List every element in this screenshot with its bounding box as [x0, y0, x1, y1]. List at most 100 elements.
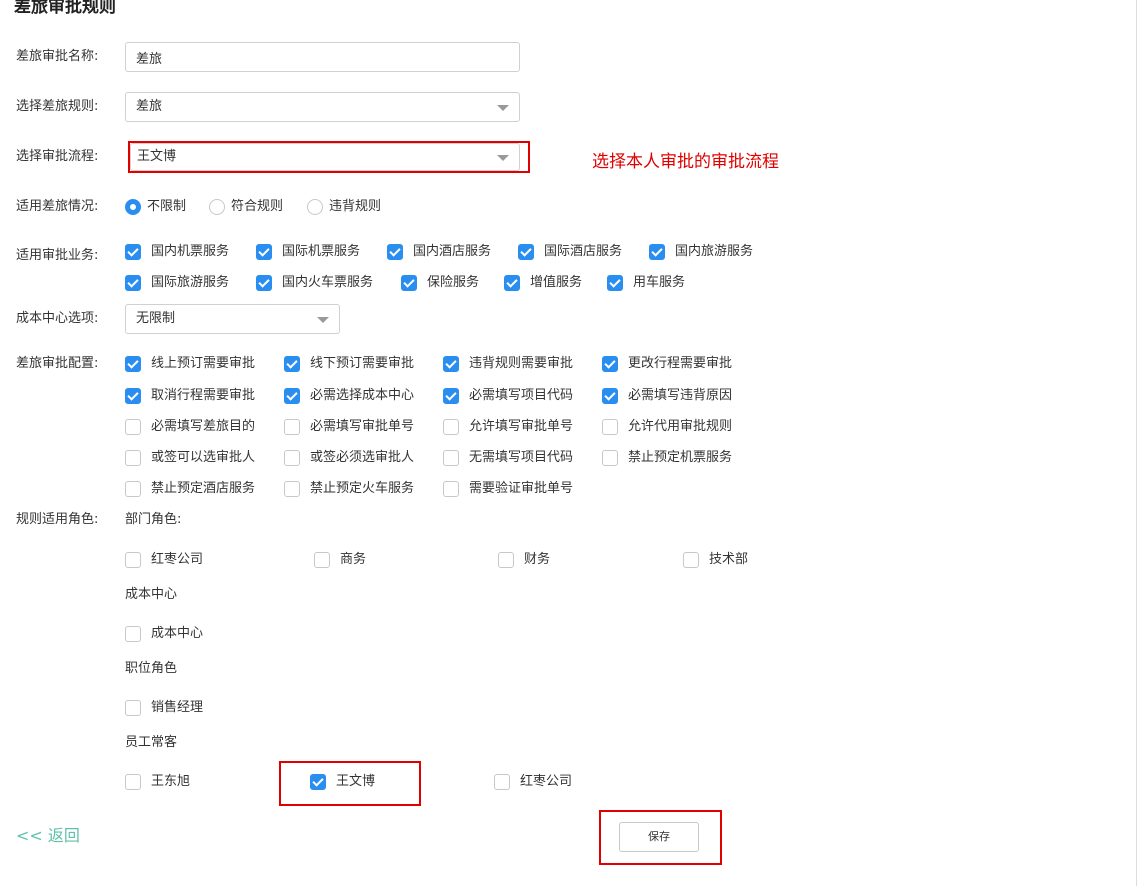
- cost-center-select-value: 无限制: [136, 311, 176, 326]
- dept-roles-title: 部门角色:: [125, 512, 182, 527]
- config-checkbox[interactable]: 需要验证审批单号: [443, 480, 573, 498]
- checkbox-icon: [125, 552, 141, 568]
- dept-role-checkbox[interactable]: 技术部: [683, 551, 748, 569]
- checkbox-label: 需要验证审批单号: [469, 481, 574, 496]
- checkbox-label: 销售经理: [151, 700, 204, 715]
- checkbox-label: 商务: [340, 552, 367, 567]
- flow-select[interactable]: 王文博: [130, 143, 520, 171]
- business-label: 适用审批业务:: [16, 248, 99, 263]
- checkbox-checked-icon: [125, 356, 141, 372]
- business-checkbox[interactable]: 国内酒店服务: [387, 243, 491, 261]
- business-checkbox[interactable]: 国内火车票服务: [256, 274, 373, 292]
- config-checkbox[interactable]: 必需填写审批单号: [284, 418, 414, 436]
- flow-select-value: 王文博: [137, 149, 177, 164]
- save-button[interactable]: 保存: [619, 822, 699, 852]
- dept-role-checkbox[interactable]: 红枣公司: [125, 551, 203, 569]
- checkbox-checked-icon: [387, 244, 403, 260]
- config-checkbox[interactable]: 线上预订需要审批: [125, 355, 255, 373]
- cost-center-role-checkbox[interactable]: 成本中心: [125, 625, 203, 643]
- checkbox-checked-icon: [504, 275, 520, 291]
- config-checkbox[interactable]: 禁止预定机票服务: [602, 449, 732, 467]
- chevron-down-icon: [317, 317, 329, 323]
- checkbox-label: 红枣公司: [520, 774, 573, 789]
- config-checkbox[interactable]: 或签必须选审批人: [284, 449, 414, 467]
- flow-annotation: 选择本人审批的审批流程: [592, 152, 779, 172]
- checkbox-label: 线下预订需要审批: [310, 356, 415, 371]
- checkbox-label: 允许填写审批单号: [469, 419, 574, 434]
- business-checkbox[interactable]: 国内旅游服务: [649, 243, 753, 261]
- cost-center-select[interactable]: 无限制: [125, 304, 340, 334]
- frequent-role-checkbox[interactable]: 红枣公司: [494, 773, 572, 791]
- situation-radio-violate[interactable]: 违背规则: [307, 198, 381, 216]
- config-checkbox[interactable]: 禁止预定火车服务: [284, 480, 414, 498]
- situation-radio-unlimited[interactable]: 不限制: [125, 198, 186, 216]
- checkbox-label: 国内旅游服务: [675, 244, 754, 259]
- config-checkbox[interactable]: 允许填写审批单号: [443, 418, 573, 436]
- checkbox-label: 红枣公司: [151, 552, 204, 567]
- config-checkbox[interactable]: 必需填写项目代码: [443, 387, 573, 405]
- checkbox-checked-icon: [284, 388, 300, 404]
- config-checkbox[interactable]: 更改行程需要审批: [602, 355, 732, 373]
- checkbox-icon: [125, 481, 141, 497]
- config-checkbox[interactable]: 或签可以选审批人: [125, 449, 255, 467]
- cost-center-label: 成本中心选项:: [16, 311, 99, 326]
- checkbox-checked-icon: [125, 388, 141, 404]
- business-checkbox[interactable]: 保险服务: [401, 274, 479, 292]
- business-checkbox[interactable]: 用车服务: [607, 274, 685, 292]
- checkbox-checked-icon: [401, 275, 417, 291]
- config-checkbox[interactable]: 违背规则需要审批: [443, 355, 573, 373]
- checkbox-label: 或签可以选审批人: [151, 450, 256, 465]
- back-link[interactable]: << 返回: [16, 826, 80, 846]
- checkbox-checked-icon: [256, 244, 272, 260]
- business-checkbox[interactable]: 国内机票服务: [125, 243, 229, 261]
- checkbox-icon: [314, 552, 330, 568]
- radio-icon: [307, 199, 323, 215]
- config-checkbox[interactable]: 必需选择成本中心: [284, 387, 414, 405]
- checkbox-label: 国内火车票服务: [282, 275, 374, 290]
- rule-select[interactable]: 差旅: [125, 92, 520, 122]
- checkbox-label: 国内酒店服务: [413, 244, 492, 259]
- checkbox-label: 增值服务: [530, 275, 583, 290]
- checkbox-checked-icon: [443, 356, 459, 372]
- flow-label: 选择审批流程:: [16, 149, 99, 164]
- radio-label: 违背规则: [329, 199, 382, 214]
- frequent-roles-title: 员工常客: [125, 735, 178, 750]
- config-checkbox[interactable]: 禁止预定酒店服务: [125, 480, 255, 498]
- checkbox-label: 必需填写审批单号: [310, 419, 415, 434]
- config-checkbox[interactable]: 无需填写项目代码: [443, 449, 573, 467]
- radio-label: 符合规则: [231, 199, 284, 214]
- dept-role-checkbox[interactable]: 商务: [314, 551, 366, 569]
- checkbox-checked-icon: [125, 244, 141, 260]
- config-checkbox[interactable]: 线下预订需要审批: [284, 355, 414, 373]
- checkbox-label: 王东旭: [151, 774, 191, 789]
- business-checkbox[interactable]: 增值服务: [504, 274, 582, 292]
- business-checkbox[interactable]: 国际酒店服务: [518, 243, 622, 261]
- checkbox-label: 技术部: [709, 552, 749, 567]
- checkbox-checked-icon: [607, 275, 623, 291]
- checkbox-checked-icon: [649, 244, 665, 260]
- checkbox-icon: [125, 419, 141, 435]
- page-title: 差旅审批规则: [14, 0, 116, 17]
- config-checkbox[interactable]: 取消行程需要审批: [125, 387, 255, 405]
- checkbox-label: 必需填写违背原因: [628, 388, 733, 403]
- rule-label: 选择差旅规则:: [16, 99, 99, 114]
- config-checkbox[interactable]: 允许代用审批规则: [602, 418, 732, 436]
- config-checkbox[interactable]: 必需填写违背原因: [602, 387, 732, 405]
- approval-name-input[interactable]: [125, 42, 520, 72]
- checkbox-icon: [443, 450, 459, 466]
- checkbox-label: 允许代用审批规则: [628, 419, 733, 434]
- position-role-checkbox[interactable]: 销售经理: [125, 699, 203, 717]
- business-checkbox[interactable]: 国际机票服务: [256, 243, 360, 261]
- config-checkbox[interactable]: 必需填写差旅目的: [125, 418, 255, 436]
- checkbox-icon: [494, 774, 510, 790]
- checkbox-icon: [125, 774, 141, 790]
- situation-radio-comply[interactable]: 符合规则: [209, 198, 283, 216]
- frequent-role-checkbox[interactable]: 王东旭: [125, 773, 190, 791]
- dept-role-checkbox[interactable]: 财务: [498, 551, 550, 569]
- checkbox-label: 成本中心: [151, 626, 204, 641]
- rule-select-value: 差旅: [136, 99, 163, 114]
- chevron-down-icon: [497, 105, 509, 111]
- checkbox-icon: [602, 419, 618, 435]
- business-checkbox[interactable]: 国际旅游服务: [125, 274, 229, 292]
- checkbox-checked-icon: [602, 388, 618, 404]
